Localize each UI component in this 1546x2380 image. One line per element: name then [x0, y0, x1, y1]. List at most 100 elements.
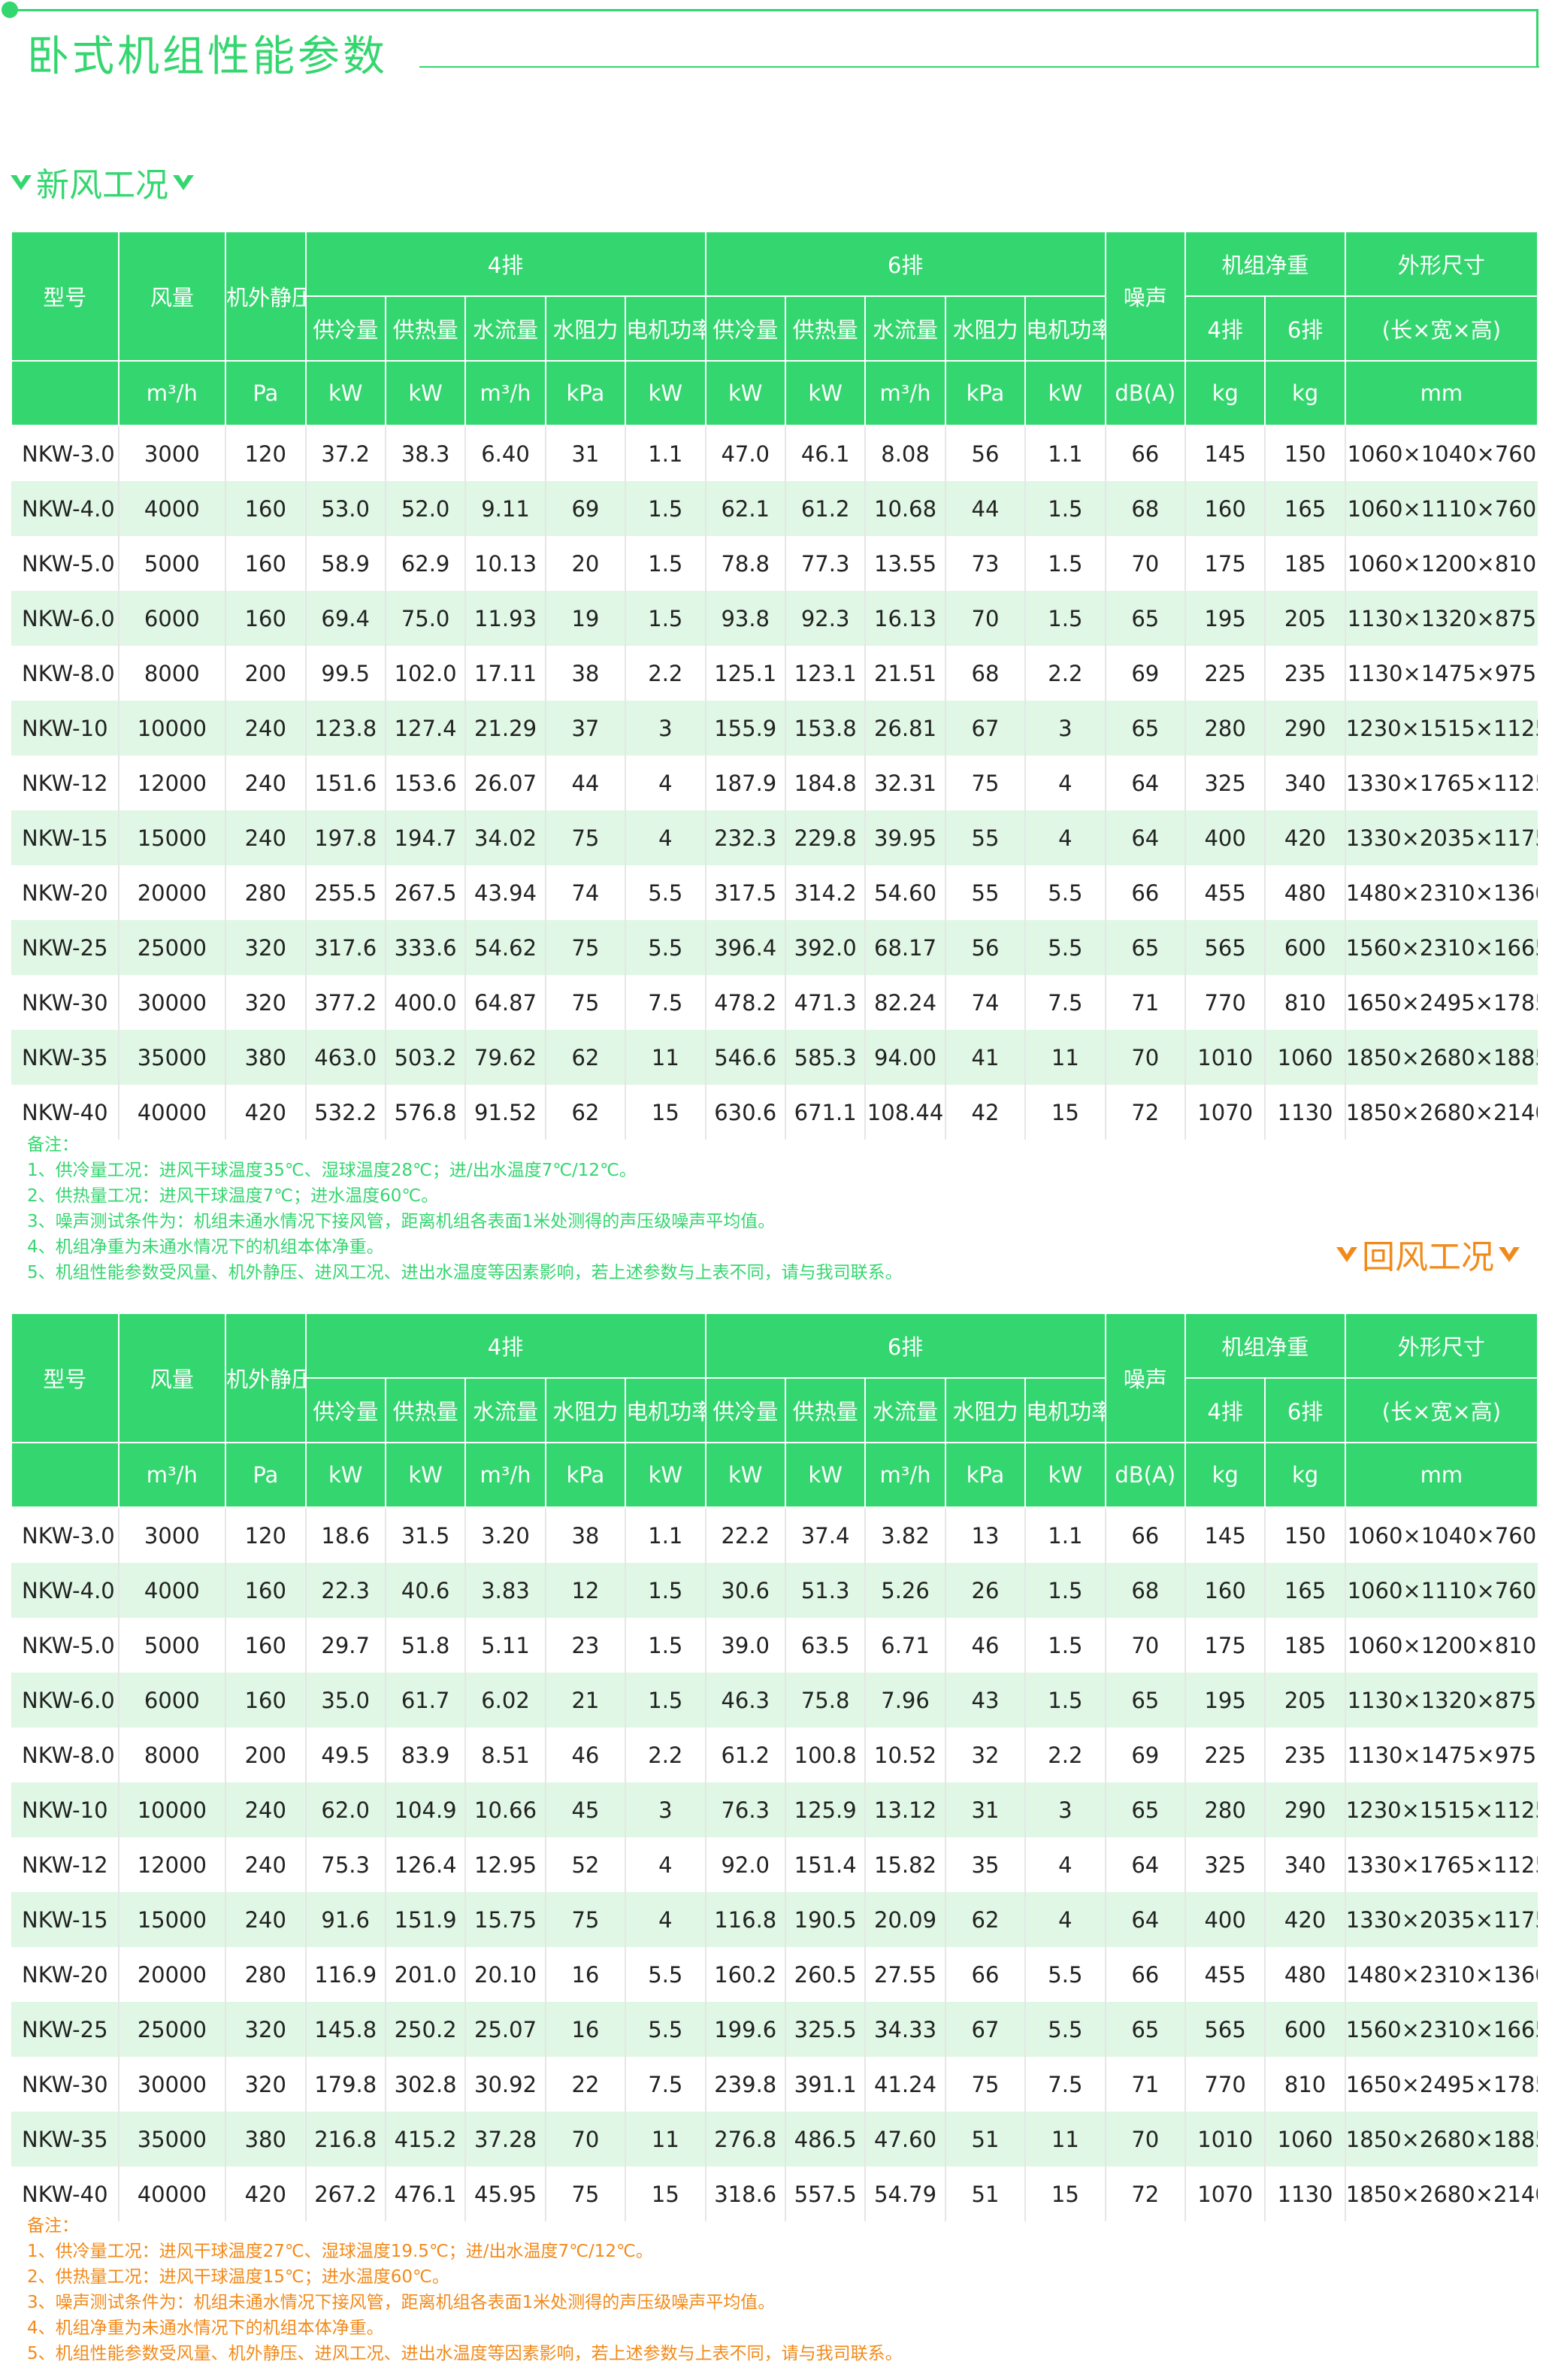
value-cell: 120	[225, 425, 307, 481]
value-cell: 187.9	[704, 755, 786, 810]
value-cell: 415.2	[384, 2112, 467, 2167]
value-cell: 47.60	[864, 2112, 946, 2167]
value-cell: 4	[1024, 1837, 1106, 1892]
table-row: NKW-30 30000 320 377.2 400.0 64.87 75 7.5 478.2 4…	[11, 975, 1538, 1030]
value-cell: 200	[225, 646, 307, 701]
units-row: m³/h Pa kW kW m³/h kPa kW kW kW m³/h kPa kW dB(A) kg k…	[11, 1442, 1539, 1508]
header-resist: 水阻力	[544, 295, 627, 362]
value-cell: 65	[1104, 701, 1186, 755]
value-cell: 79.62	[464, 1030, 546, 1085]
value-cell: 34.02	[464, 810, 546, 865]
value-cell: 74	[544, 865, 627, 920]
value-cell: 116.9	[304, 1947, 386, 2002]
value-cell: 380	[225, 2112, 307, 2167]
value-cell: 62	[944, 1892, 1027, 1947]
value-cell: 15	[1024, 1085, 1106, 1140]
header-flow: 水流量	[864, 1377, 946, 1443]
value-cell: 123.8	[304, 701, 386, 755]
value-cell: 116.8	[704, 1892, 786, 1947]
value-cell: 199.6	[704, 2002, 786, 2057]
value-cell: 320	[225, 2057, 307, 2112]
unit-label: kW	[625, 1442, 706, 1508]
value-cell: 46.3	[704, 1673, 786, 1727]
value-cell: 20	[544, 536, 627, 591]
value-cell: 195	[1184, 1673, 1266, 1727]
value-cell: 13	[944, 1507, 1027, 1563]
unit-label: kPa	[544, 360, 627, 426]
value-cell: 194.7	[384, 810, 467, 865]
header-group-4: 4排	[304, 231, 706, 297]
value-cell: 770	[1184, 2057, 1266, 2112]
value-cell: 35000	[117, 2112, 227, 2167]
value-cell: 66	[1104, 425, 1186, 481]
model-cell: NKW-3.0	[11, 425, 120, 481]
unit-label: kW	[1024, 360, 1106, 426]
value-cell: 31	[944, 1782, 1027, 1837]
header-heat: 供热量	[784, 1377, 867, 1443]
value-cell: 565	[1184, 2002, 1266, 2057]
section-title-return-air: 回风工况	[1335, 1230, 1521, 1278]
header-flow: 水流量	[464, 1377, 546, 1443]
value-cell: 120	[225, 1507, 307, 1563]
value-cell: 400	[1184, 810, 1266, 865]
unit-label: m³/h	[464, 1442, 546, 1508]
value-cell: 155.9	[704, 701, 786, 755]
header-dims: 外形尺寸	[1344, 1313, 1539, 1379]
spec-table-fresh-air: 型号 风量 机外静压 4排 6排 噪声 机组净重 外形尺寸 供冷量 供热量 水流…	[11, 231, 1539, 1140]
value-cell: 391.1	[784, 2057, 867, 2112]
value-cell: 205	[1264, 1673, 1346, 1727]
value-cell: 56	[944, 425, 1027, 481]
value-cell: 3.83	[464, 1563, 546, 1618]
value-cell: 380	[225, 1030, 307, 1085]
value-cell: 65	[1104, 2002, 1186, 2057]
value-cell: 68	[1104, 481, 1186, 536]
table-row: NKW-15 15000 240 91.6 151.9 15.75 75 4 116.8 190.…	[11, 1892, 1538, 1947]
header-heat: 供热量	[384, 295, 467, 362]
value-cell: 1480×2310×1360	[1344, 865, 1538, 920]
value-cell: 1.1	[625, 1507, 706, 1563]
value-cell: 21	[544, 1673, 627, 1727]
value-cell: 11	[1024, 1030, 1106, 1085]
value-cell: 92.3	[784, 591, 867, 646]
value-cell: 75	[544, 1892, 627, 1947]
value-cell: 75	[544, 975, 627, 1030]
value-cell: 82.24	[864, 975, 946, 1030]
value-cell: 225	[1184, 1727, 1266, 1782]
unit-label: kg	[1264, 360, 1346, 426]
value-cell: 73	[944, 536, 1027, 591]
value-cell: 216.8	[304, 2112, 386, 2167]
value-cell: 455	[1184, 1947, 1266, 2002]
value-cell: 38	[544, 646, 627, 701]
table-row: NKW-12 12000 240 151.6 153.6 26.07 44 4 187.9 184…	[11, 755, 1538, 810]
value-cell: 5000	[117, 1618, 227, 1673]
value-cell: 61.2	[704, 1727, 786, 1782]
value-cell: 55	[944, 865, 1027, 920]
value-cell: 377.2	[304, 975, 386, 1030]
value-cell: 5.5	[1024, 1947, 1106, 2002]
value-cell: 51.3	[784, 1563, 867, 1618]
value-cell: 1850×2680×2140	[1344, 2167, 1538, 2221]
title-underline	[419, 66, 1539, 68]
value-cell: 3	[1024, 701, 1106, 755]
model-cell: NKW-3.0	[11, 1507, 120, 1563]
value-cell: 10000	[117, 701, 227, 755]
unit-label: kW	[304, 360, 386, 426]
value-cell: 64	[1104, 755, 1186, 810]
unit-label: m³/h	[117, 360, 227, 426]
value-cell: 37.28	[464, 2112, 546, 2167]
unit-label: kPa	[944, 360, 1027, 426]
value-cell: 25.07	[464, 2002, 546, 2057]
value-cell: 175	[1184, 1618, 1266, 1673]
value-cell: 32	[944, 1727, 1027, 1782]
value-cell: 3	[625, 1782, 706, 1837]
value-cell: 75.8	[784, 1673, 867, 1727]
value-cell: 396.4	[704, 920, 786, 975]
unit-label: kW	[704, 360, 786, 426]
value-cell: 5.5	[625, 865, 706, 920]
value-cell: 37.4	[784, 1507, 867, 1563]
value-cell: 15000	[117, 1892, 227, 1947]
value-cell: 77.3	[784, 536, 867, 591]
unit-label: m³/h	[864, 1442, 946, 1508]
value-cell: 160	[225, 536, 307, 591]
value-cell: 65	[1104, 1673, 1186, 1727]
